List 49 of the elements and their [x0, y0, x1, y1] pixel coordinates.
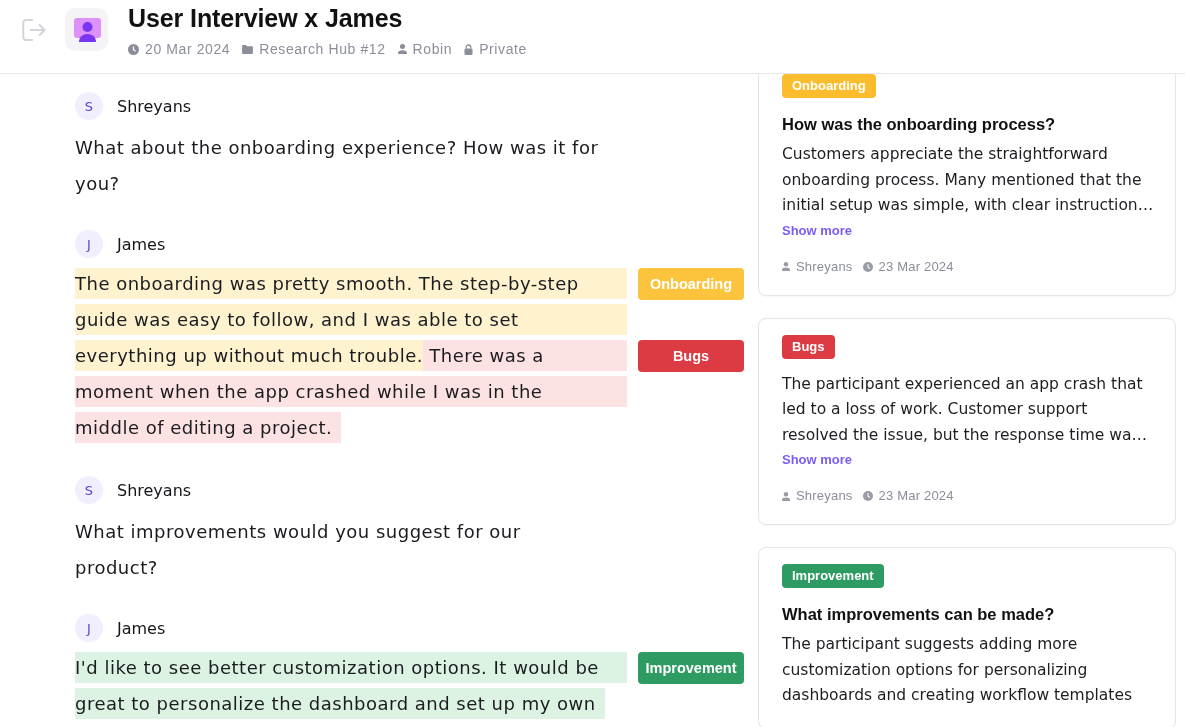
- meta-text: Research Hub #12: [259, 40, 386, 58]
- app-icon: [65, 8, 108, 51]
- clock-icon: [862, 261, 873, 272]
- tag-button[interactable]: Bugs: [638, 339, 744, 372]
- card-author: Shreyans: [796, 487, 853, 505]
- highlighted-quote: The onboarding was pretty smooth. The step-by-step: [75, 268, 627, 299]
- card-tag: Onboarding: [782, 74, 876, 98]
- highlighted-quote: middle of editing a project.: [75, 412, 342, 443]
- clock-icon: [862, 491, 873, 501]
- message-text: What improvements would you suggest for our product?: [75, 520, 522, 580]
- person-icon: [782, 491, 790, 501]
- show-more-link[interactable]: Show more: [782, 221, 853, 240]
- card-summary: Customers appreciate the straightforward onboarding process. Many mentioned that the initial setup was simple, with clear instruction…: [782, 144, 1155, 216]
- card-date: 23 Mar 2024: [878, 257, 954, 276]
- card-author: Shreyans: [796, 257, 853, 276]
- card-tag: Bugs: [782, 334, 835, 359]
- highlighted-quote: guide was easy to follow, and I was able to set: [75, 304, 627, 335]
- speaker-name: James: [117, 618, 166, 638]
- show-more-link[interactable]: Show more: [782, 451, 853, 469]
- card-title: What improvements can be made?: [782, 604, 1056, 625]
- person-icon: [782, 262, 790, 271]
- page-title: User Interview x James: [128, 3, 404, 33]
- lock-icon: [464, 43, 474, 55]
- card-title: How was the onboarding process?: [782, 114, 1057, 135]
- speaker-avatar: S: [75, 92, 103, 120]
- highlighted-quote: moment when the app crashed while I was in the: [75, 376, 627, 407]
- speaker-name: Shreyans: [117, 480, 192, 500]
- speaker-name: Shreyans: [117, 96, 192, 116]
- highlighted-quote: I'd like to see better customization options. It would be: [75, 652, 627, 683]
- card-summary: The participant suggests adding more customization options for personalizing dashboards and creating workflow templates: [782, 634, 1134, 706]
- clock-icon: [128, 43, 139, 55]
- speaker-name: James: [117, 234, 166, 254]
- speaker-avatar: J: [75, 230, 103, 258]
- tag-button[interactable]: Improvement: [638, 651, 744, 684]
- message-text: What about the onboarding experience? How was it for you?: [75, 136, 599, 196]
- card-date: 23 Mar 2024: [878, 487, 954, 505]
- meta-text: Robin: [412, 40, 453, 58]
- speaker-avatar: J: [75, 614, 103, 642]
- meta-text: 20 Mar 2024: [145, 40, 231, 58]
- highlighted-quote: everything up without much trouble.: [75, 340, 423, 371]
- highlighted-quote: great to personalize the dashboard and set up my own: [75, 688, 605, 719]
- meta-text: Private: [479, 40, 527, 58]
- folder-icon: [242, 44, 254, 54]
- exit-icon[interactable]: [22, 18, 46, 42]
- speaker-avatar: S: [75, 476, 103, 504]
- highlighted-quote: There was a: [423, 340, 627, 371]
- card-summary: The participant experienced an app crash that led to a loss of work. Customer support resolved the issue, but the response time wa…: [782, 373, 1148, 446]
- card-tag: Improvement: [782, 564, 884, 588]
- person-icon: [397, 44, 407, 54]
